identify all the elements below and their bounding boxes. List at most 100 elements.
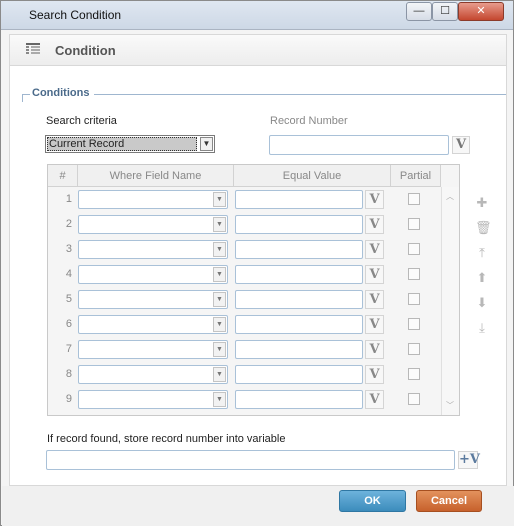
row-number: 2	[65, 218, 72, 230]
section-border	[22, 94, 30, 95]
cancel-button[interactable]: Cancel	[416, 490, 482, 512]
scroll-down-icon[interactable]: ﹀	[446, 400, 454, 411]
conditions-panel: Conditions Search criteria Record Number…	[9, 66, 507, 486]
partial-checkbox[interactable]	[408, 218, 420, 230]
chevron-down-icon[interactable]: ▼	[213, 342, 226, 357]
row-number: 9	[65, 393, 72, 405]
variable-button[interactable]: V	[365, 190, 384, 209]
where-field-select[interactable]: ▼	[78, 390, 228, 409]
equal-value-input[interactable]	[235, 190, 363, 209]
equal-value-input[interactable]	[235, 240, 363, 259]
table-icon	[26, 43, 40, 54]
where-field-select[interactable]: ▼	[78, 315, 228, 334]
partial-checkbox[interactable]	[408, 268, 420, 280]
where-field-select[interactable]: ▼	[78, 290, 228, 309]
table-row: 6 ▼ V	[48, 312, 441, 337]
equal-value-input[interactable]	[235, 365, 363, 384]
variable-button[interactable]: V	[365, 215, 384, 234]
table-row: 1 ▼ V	[48, 187, 441, 212]
partial-checkbox[interactable]	[408, 368, 420, 380]
grid-scrollbar[interactable]: ︿ ﹀	[441, 187, 459, 415]
search-criteria-value: Current Record	[47, 137, 197, 151]
row-number: 4	[65, 268, 72, 280]
delete-row-icon[interactable]: 🗑	[475, 221, 492, 235]
variable-button[interactable]: V	[365, 290, 384, 309]
scroll-up-icon[interactable]: ︿	[446, 191, 454, 202]
chevron-down-icon[interactable]: ▼	[200, 137, 213, 151]
where-field-select[interactable]: ▼	[78, 265, 228, 284]
table-row: 8 ▼ V	[48, 362, 441, 387]
variable-label: V	[469, 452, 480, 467]
row-number: 6	[65, 318, 72, 330]
where-field-select[interactable]: ▼	[78, 190, 228, 209]
equal-value-input[interactable]	[235, 340, 363, 359]
title-bar: Search Condition — ☐ ✕	[1, 1, 513, 30]
dialog-header: Condition	[9, 34, 507, 66]
search-criteria-label: Search criteria	[46, 115, 117, 127]
where-field-select[interactable]: ▼	[78, 240, 228, 259]
equal-value-input[interactable]	[235, 215, 363, 234]
close-button[interactable]: ✕	[458, 2, 504, 21]
move-top-icon[interactable]: ⤒	[475, 246, 489, 260]
row-number: 7	[65, 343, 72, 355]
equal-value-input[interactable]	[235, 315, 363, 334]
ok-button[interactable]: OK	[339, 490, 406, 512]
chevron-down-icon[interactable]: ▼	[213, 267, 226, 282]
header-title: Condition	[55, 43, 116, 58]
chevron-down-icon[interactable]: ▼	[213, 292, 226, 307]
partial-checkbox[interactable]	[408, 193, 420, 205]
where-field-select[interactable]: ▼	[78, 215, 228, 234]
column-header-where-field: Where Field Name	[78, 165, 234, 187]
add-row-icon[interactable]: ✚	[475, 196, 489, 210]
conditions-legend: Conditions	[32, 87, 90, 99]
chevron-down-icon[interactable]: ▼	[213, 192, 226, 207]
variable-button[interactable]: V	[365, 390, 384, 409]
where-field-select[interactable]: ▼	[78, 365, 228, 384]
table-row: 2 ▼ V	[48, 212, 441, 237]
table-row: 4 ▼ V	[48, 262, 441, 287]
partial-checkbox[interactable]	[408, 318, 420, 330]
column-header-number: #	[48, 165, 78, 187]
partial-checkbox[interactable]	[408, 243, 420, 255]
variable-button[interactable]: V	[365, 365, 384, 384]
search-condition-dialog: Search Condition — ☐ ✕ Condition Conditi…	[0, 0, 514, 526]
record-number-input[interactable]	[269, 135, 449, 155]
row-number: 3	[65, 243, 72, 255]
row-number: 8	[65, 368, 72, 380]
partial-checkbox[interactable]	[408, 343, 420, 355]
variable-button[interactable]: V	[365, 265, 384, 284]
row-number: 5	[65, 293, 72, 305]
minimize-button[interactable]: —	[406, 2, 432, 21]
record-number-variable-button[interactable]: V	[452, 136, 470, 154]
where-field-select[interactable]: ▼	[78, 340, 228, 359]
table-row: 7 ▼ V	[48, 337, 441, 362]
section-border-vertical	[22, 94, 23, 102]
record-number-label: Record Number	[270, 115, 348, 127]
chevron-down-icon[interactable]: ▼	[213, 317, 226, 332]
store-variable-input[interactable]	[46, 450, 455, 470]
move-up-icon[interactable]: ⬆	[475, 271, 489, 285]
move-down-icon[interactable]: ⬇	[475, 296, 489, 310]
column-header-equal-value: Equal Value	[234, 165, 391, 187]
equal-value-input[interactable]	[235, 390, 363, 409]
equal-value-input[interactable]	[235, 290, 363, 309]
table-row: 9 ▼ V	[48, 387, 441, 412]
variable-button[interactable]: V	[365, 340, 384, 359]
maximize-button[interactable]: ☐	[432, 2, 458, 21]
assign-variable-button[interactable]: +V	[458, 451, 480, 469]
variable-button[interactable]: V	[365, 240, 384, 259]
partial-checkbox[interactable]	[408, 293, 420, 305]
chevron-down-icon[interactable]: ▼	[213, 217, 226, 232]
equal-value-input[interactable]	[235, 265, 363, 284]
variable-button[interactable]: V	[365, 315, 384, 334]
chevron-down-icon[interactable]: ▼	[213, 392, 226, 407]
section-divider	[94, 94, 506, 95]
window-title: Search Condition	[29, 8, 122, 22]
move-bottom-icon[interactable]: ⤓	[475, 321, 489, 335]
partial-checkbox[interactable]	[408, 393, 420, 405]
search-criteria-select[interactable]: Current Record ▼	[45, 135, 215, 153]
store-record-label: If record found, store record number int…	[47, 433, 286, 445]
chevron-down-icon[interactable]: ▼	[213, 242, 226, 257]
table-row: 5 ▼ V	[48, 287, 441, 312]
chevron-down-icon[interactable]: ▼	[213, 367, 226, 382]
